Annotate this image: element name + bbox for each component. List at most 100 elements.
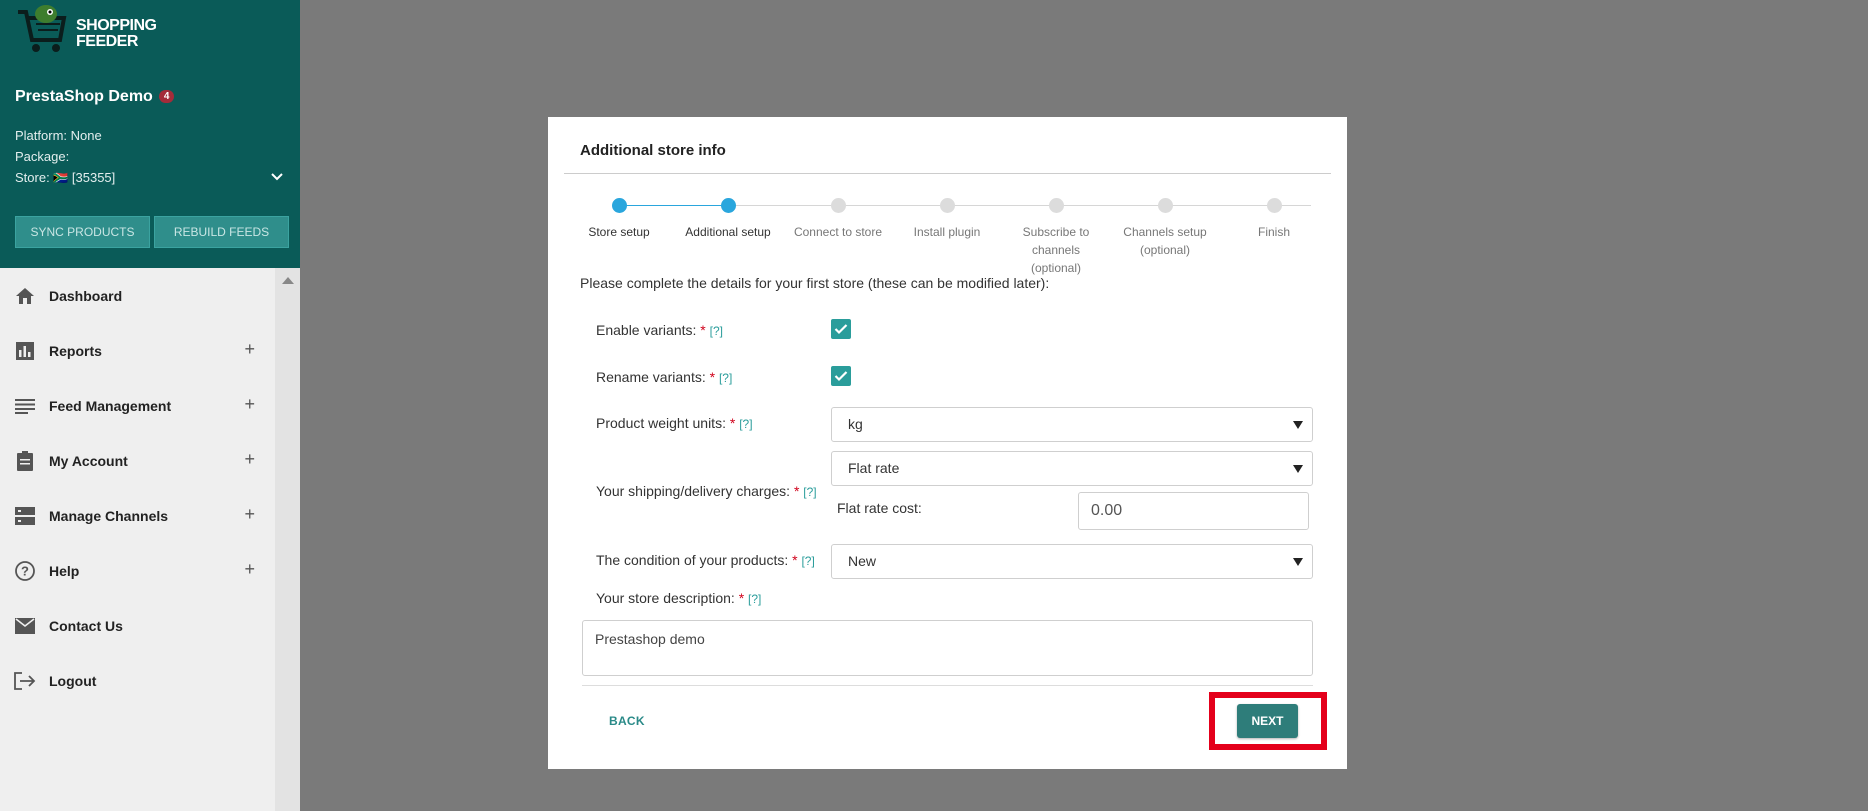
dropdown-caret-icon (1293, 421, 1303, 429)
scroll-up-arrow-icon[interactable] (282, 277, 294, 284)
sync-products-button[interactable]: SYNC PRODUCTS (15, 216, 150, 248)
chevron-down-icon[interactable] (270, 172, 284, 182)
store-name[interactable]: PrestaShop Demo 4 (15, 88, 175, 106)
field-label-text: Rename variants: (596, 369, 706, 385)
step-dot-additional-setup[interactable] (721, 198, 736, 213)
expand-plus-icon[interactable]: + (244, 559, 255, 580)
expand-plus-icon[interactable]: + (244, 504, 255, 525)
step-dot-finish[interactable] (1267, 198, 1282, 213)
field-label-text: Your shipping/delivery charges: (596, 483, 791, 499)
title-divider (564, 173, 1331, 174)
field-label-text: Enable variants: (596, 322, 697, 338)
nav-item-dashboard[interactable]: Dashboard (0, 268, 275, 323)
nav-label: Feed Management (49, 397, 172, 414)
nav-item-logout[interactable]: Logout (0, 653, 275, 708)
nav-label: Help (49, 562, 80, 579)
help-link[interactable]: [?] (710, 324, 723, 338)
help-link[interactable]: [?] (803, 485, 816, 499)
step-label-additional-setup: Additional setup (685, 225, 771, 239)
product-condition-select[interactable]: New (831, 544, 1313, 579)
store-name-label: PrestaShop Demo (15, 88, 153, 105)
sidebar-nav: Dashboard Reports + Feed Management + My… (0, 268, 275, 708)
step-dot-install-plugin[interactable] (940, 198, 955, 213)
step-label-store-setup: Store setup (588, 225, 650, 239)
step-label-channels-setup: Channels setup (optional) (1123, 225, 1207, 257)
required-asterisk: * (700, 322, 706, 338)
back-button[interactable]: BACK (609, 714, 645, 728)
sidebar: SHOPPING FEEDER PrestaShop Demo 4 Platfor… (0, 0, 300, 811)
field-label-text: Your store description: (596, 590, 735, 606)
step-connector-done (619, 205, 729, 206)
additional-store-info-modal: Additional store info Store setup Additi… (548, 117, 1347, 769)
weight-units-select[interactable]: kg (831, 407, 1313, 442)
expand-plus-icon[interactable]: + (244, 449, 255, 470)
help-link[interactable]: [?] (748, 592, 761, 606)
sidebar-header: SHOPPING FEEDER PrestaShop Demo 4 Platfor… (0, 0, 300, 268)
nav-item-my-account[interactable]: My Account + (0, 433, 275, 488)
dropdown-caret-icon (1293, 558, 1303, 566)
list-icon (14, 395, 36, 417)
product-condition-label: The condition of your products: * [?] (596, 552, 815, 568)
step-label-install-plugin: Install plugin (913, 225, 981, 239)
checkmark-icon (834, 371, 848, 382)
nav-label: Dashboard (49, 287, 123, 304)
store-description-textarea[interactable]: Prestashop demo (582, 620, 1313, 676)
checkmark-icon (834, 324, 848, 335)
step-dot-subscribe-channels[interactable] (1049, 198, 1064, 213)
required-asterisk: * (729, 415, 736, 431)
step-label-subscribe-channels: Subscribe to channels (optional) (1022, 225, 1090, 275)
cart-mascot-icon (18, 5, 67, 52)
required-asterisk: * (738, 590, 745, 606)
rebuild-feeds-button[interactable]: REBUILD FEEDS (154, 216, 289, 248)
step-dot-store-setup[interactable] (612, 198, 627, 213)
bar-chart-icon (14, 340, 36, 362)
clipboard-icon (14, 450, 36, 472)
server-icon (14, 505, 36, 527)
help-link[interactable]: [?] (719, 371, 732, 385)
svg-text:?: ? (21, 563, 29, 578)
enable-variants-checkbox[interactable] (831, 319, 851, 339)
required-asterisk: * (793, 483, 800, 499)
nav-item-manage-channels[interactable]: Manage Channels + (0, 488, 275, 543)
step-dot-channels-setup[interactable] (1158, 198, 1173, 213)
store-id: [35355] (71, 170, 116, 185)
home-icon (14, 285, 36, 307)
rename-variants-checkbox[interactable] (831, 366, 851, 386)
nav-label: Reports (49, 342, 102, 359)
step-label-connect-to-store: Connect to store (793, 225, 883, 239)
notification-badge[interactable]: 4 (158, 90, 175, 103)
required-asterisk: * (792, 552, 798, 568)
sidebar-scrollbar[interactable] (275, 268, 300, 811)
nav-label: Manage Channels (49, 507, 169, 524)
shipping-charges-select[interactable]: Flat rate (831, 451, 1313, 486)
intro-text: Please complete the details for your fir… (580, 275, 1050, 291)
field-label-text: The condition of your products: (596, 552, 789, 568)
weight-units-label: Product weight units: * [?] (596, 415, 753, 431)
enable-variants-label: Enable variants: * [?] (596, 322, 723, 338)
store-selector[interactable]: Store: 🇿🇦 [35355] (15, 170, 115, 185)
nav-item-reports[interactable]: Reports + (0, 323, 275, 378)
shopping-feeder-logo[interactable]: SHOPPING FEEDER (14, 2, 174, 56)
nav-label: My Account (49, 452, 128, 469)
store-description-label: Your store description: * [?] (596, 590, 761, 606)
step-label-finish: Finish (1257, 225, 1290, 239)
help-link[interactable]: [?] (739, 417, 752, 431)
expand-plus-icon[interactable]: + (244, 339, 255, 360)
help-circle-icon: ? (14, 560, 36, 582)
shipping-charges-label: Your shipping/delivery charges: * [?] (596, 483, 817, 499)
package-info: Package: (15, 149, 70, 164)
select-value: Flat rate (848, 460, 900, 476)
step-dot-connect-to-store[interactable] (831, 198, 846, 213)
nav-item-contact-us[interactable]: Contact Us (0, 598, 275, 653)
expand-plus-icon[interactable]: + (244, 394, 255, 415)
nav-item-feed-management[interactable]: Feed Management + (0, 378, 275, 433)
flat-rate-cost-input[interactable]: 0.00 (1078, 492, 1309, 530)
next-button[interactable]: NEXT (1237, 704, 1298, 738)
help-link[interactable]: [?] (801, 554, 814, 568)
nav-item-help[interactable]: ? Help + (0, 543, 275, 598)
modal-title: Additional store info (580, 142, 726, 159)
rename-variants-label: Rename variants: * [?] (596, 369, 732, 385)
platform-info: Platform: None (15, 128, 102, 143)
dropdown-caret-icon (1293, 465, 1303, 473)
nav-label: Logout (49, 672, 97, 689)
